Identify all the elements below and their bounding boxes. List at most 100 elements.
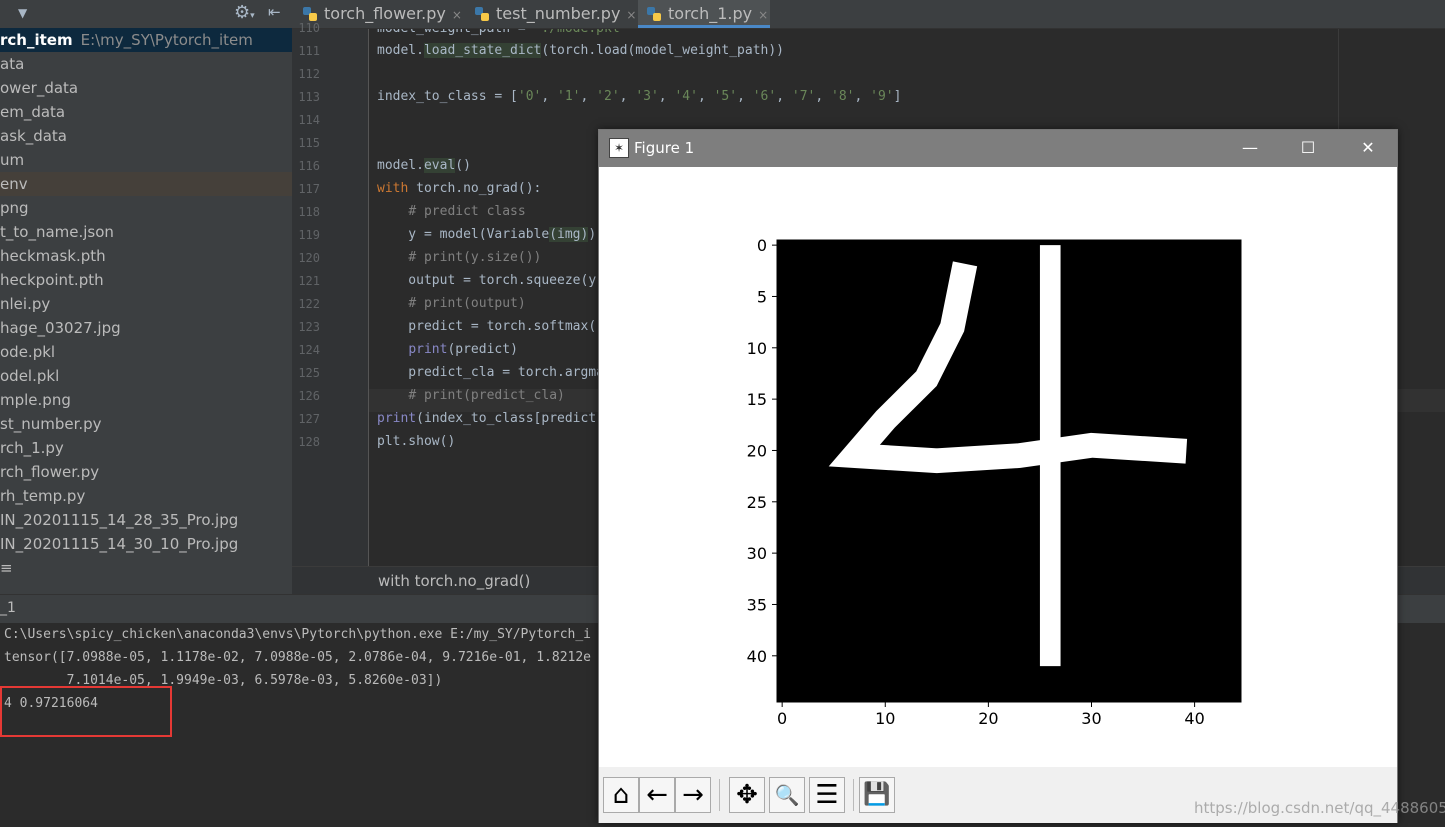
tree-item[interactable]: mple.png <box>0 388 292 412</box>
collapse-icon[interactable]: ⇤ <box>268 3 281 21</box>
line-number: 124 <box>298 343 320 357</box>
tab-torch-flower[interactable]: torch_flower.py × <box>294 0 494 28</box>
code-line: y = model(Variable(img)) <box>377 227 597 242</box>
matplotlib-icon: ✶ <box>609 138 629 158</box>
close-icon[interactable]: × <box>626 8 636 22</box>
sidebar-toolbar: ▼ ⚙▾ ⇤ <box>0 0 292 29</box>
back-arrow-icon[interactable]: ← <box>639 777 675 813</box>
line-number: 115 <box>298 136 320 150</box>
code-line: print(predict) <box>408 342 518 357</box>
y-tick-label: 25 <box>747 493 767 512</box>
forward-arrow-icon[interactable]: → <box>675 777 711 813</box>
line-number: 119 <box>298 228 320 242</box>
save-icon[interactable]: 💾 <box>859 777 895 813</box>
close-icon[interactable]: × <box>758 8 768 22</box>
gear-glyph: ⚙ <box>234 2 251 23</box>
close-icon[interactable]: × <box>452 8 462 22</box>
line-number: 114 <box>298 113 320 127</box>
tree-item[interactable]: ode.pkl <box>0 340 292 364</box>
tree-item[interactable]: rch_flower.py <box>0 460 292 484</box>
y-tick-label: 10 <box>747 339 767 358</box>
tree-item[interactable]: ata <box>0 52 292 76</box>
tree-item[interactable]: heckpoint.pth <box>0 268 292 292</box>
run-tab-label[interactable]: _1 <box>0 600 16 616</box>
tree-item[interactable]: um <box>0 148 292 172</box>
chevron-down-icon[interactable]: ▼ <box>18 6 27 20</box>
code-line: model.eval() <box>377 158 471 173</box>
maximize-button[interactable]: ☐ <box>1285 134 1331 162</box>
minimize-button[interactable]: — <box>1227 134 1273 162</box>
line-number: 112 <box>298 67 320 81</box>
line-number: 122 <box>298 297 320 311</box>
watermark: https://blog.csdn.net/qq_44886056 <box>1194 799 1445 817</box>
home-icon[interactable]: ⌂ <box>603 777 639 813</box>
tree-root-path: E:\my_SY\Pytorch_item <box>80 31 253 49</box>
y-tick-label: 35 <box>747 595 767 614</box>
code-line: plt.show() <box>377 434 456 449</box>
tab-label: torch_flower.py <box>324 4 446 23</box>
code-line: # print(y.size()) <box>408 250 542 265</box>
pan-icon[interactable]: ✥ <box>729 777 765 813</box>
tab-torch-1[interactable]: torch_1.py × <box>638 0 770 28</box>
tab-test-number[interactable]: test_number.py × <box>466 0 662 28</box>
figure-titlebar[interactable]: ✶ Figure 1 — ☐ ✕ <box>599 130 1397 167</box>
tree-item[interactable]: hage_03027.jpg <box>0 316 292 340</box>
code-line: # predict class <box>408 204 526 219</box>
tree-item[interactable]: rch_1.py <box>0 436 292 460</box>
configure-subplots-icon[interactable]: ☰ <box>809 777 845 813</box>
tree-item[interactable]: env <box>0 172 292 196</box>
gear-icon[interactable]: ⚙▾ <box>234 2 255 23</box>
tree-item[interactable]: nlei.py <box>0 292 292 316</box>
highlight-annotation-box <box>0 686 172 737</box>
toolbar-separator <box>719 779 720 811</box>
tab-label: test_number.py <box>496 4 621 23</box>
code-line: model_weight_path = './mode.pkl' <box>377 29 627 36</box>
figure-window[interactable]: ✶ Figure 1 — ☐ ✕ 0 10 20 30 40 0 5 10 15 20 25 30 35… <box>598 129 1398 823</box>
heatmap-plot: 0 10 20 30 40 0 5 10 15 20 25 30 35 40 <box>747 236 1242 728</box>
tree-item[interactable]: em_data <box>0 100 292 124</box>
line-number: 117 <box>298 182 320 196</box>
code-line: index_to_class = ['0', '1', '2', '3', '4… <box>377 89 902 104</box>
line-number: 121 <box>298 274 320 288</box>
x-tick-label: 20 <box>978 709 998 728</box>
editor-gutter: 110 111 112 113 114 115 116 117 118 119 120 121 122 1… <box>292 21 369 566</box>
tree-item[interactable]: heckmask.pth <box>0 244 292 268</box>
code-line: with torch.no_grad(): <box>377 181 542 196</box>
line-number: 118 <box>298 205 320 219</box>
line-number: 111 <box>298 44 320 58</box>
code-line: predict_cla = torch.argmax <box>377 365 612 380</box>
project-tree: rch_item E:\my_SY\Pytorch_item ata ower_da… <box>0 28 292 580</box>
console-line: C:\Users\spicy_chicken\anaconda3\envs\Py… <box>4 627 591 642</box>
tree-item[interactable]: rh_temp.py <box>0 484 292 508</box>
code-line: model.load_state_dict(torch.load(model_w… <box>377 43 785 58</box>
tree-root[interactable]: rch_item E:\my_SY\Pytorch_item <box>0 28 292 52</box>
y-tick-label: 15 <box>747 390 767 409</box>
code-line: predict = torch.softmax( <box>377 319 597 334</box>
tree-item[interactable]: ower_data <box>0 76 292 100</box>
python-file-icon <box>303 7 317 21</box>
x-tick-label: 30 <box>1081 709 1101 728</box>
line-number: 123 <box>298 320 320 334</box>
tree-item[interactable]: odel.pkl <box>0 364 292 388</box>
console-line: tensor([7.0988e-05, 1.1178e-02, 7.0988e-… <box>4 650 591 665</box>
breadcrumb-text: with torch.no_grad() <box>378 572 531 590</box>
tree-item[interactable]: t_to_name.json <box>0 220 292 244</box>
plot-canvas[interactable]: 0 10 20 30 40 0 5 10 15 20 25 30 35 40 <box>599 167 1397 767</box>
line-number: 128 <box>298 435 320 449</box>
line-number: 113 <box>298 90 320 104</box>
y-tick-label: 20 <box>747 441 767 460</box>
tree-item[interactable]: ≡ <box>0 556 292 580</box>
tree-item[interactable]: st_number.py <box>0 412 292 436</box>
zoom-icon[interactable]: 🔍 <box>769 777 805 813</box>
y-tick-label: 30 <box>747 544 767 563</box>
tree-item[interactable]: ask_data <box>0 124 292 148</box>
tree-item[interactable]: IN_20201115_14_28_35_Pro.jpg <box>0 508 292 532</box>
code-line: output = torch.squeeze(y) <box>377 273 604 288</box>
x-tick-label: 0 <box>777 709 787 728</box>
y-tick-label: 5 <box>757 287 767 306</box>
line-number: 127 <box>298 412 320 426</box>
tree-item[interactable]: IN_20201115_14_30_10_Pro.jpg <box>0 532 292 556</box>
tree-item[interactable]: png <box>0 196 292 220</box>
heatmap-background <box>777 240 1241 702</box>
close-button[interactable]: ✕ <box>1345 134 1391 162</box>
